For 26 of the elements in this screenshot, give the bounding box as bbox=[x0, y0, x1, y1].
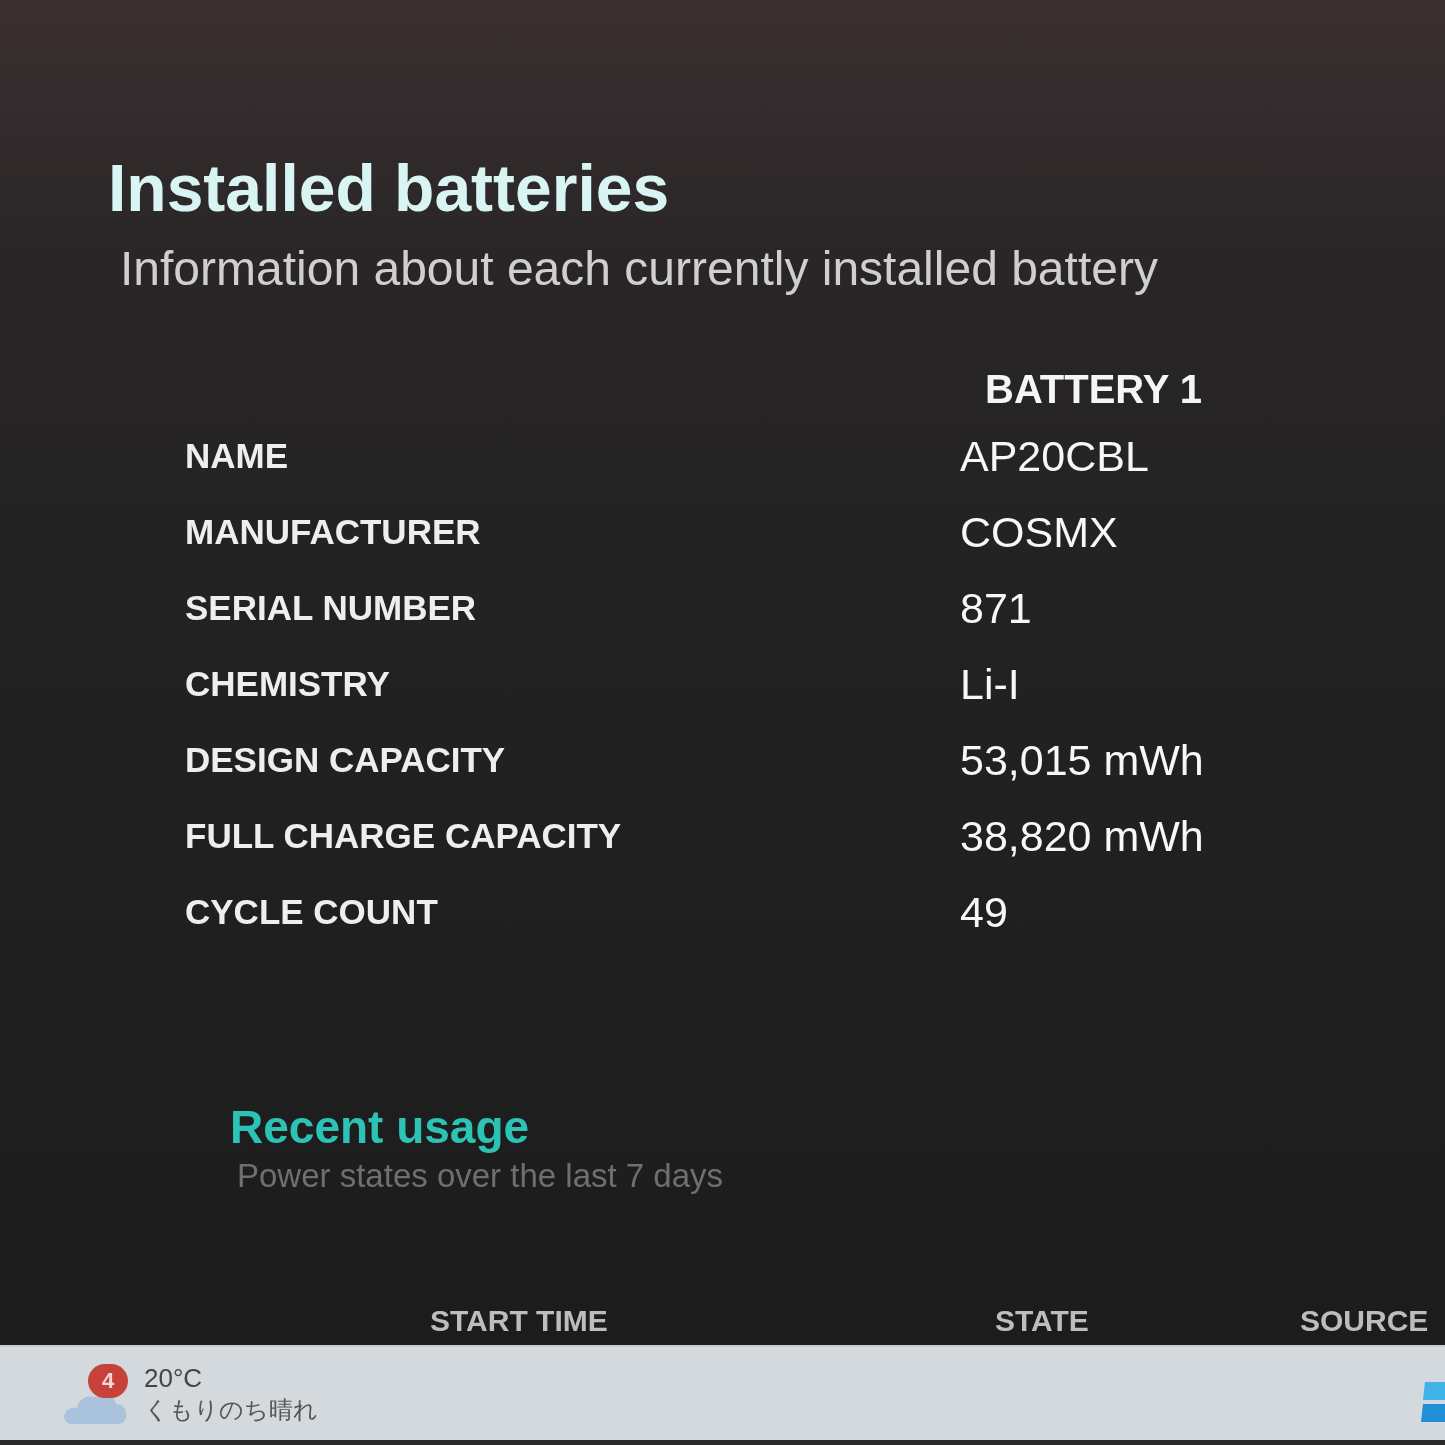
property-label: NAME bbox=[185, 434, 289, 477]
notification-badge: 4 bbox=[88, 1363, 128, 1398]
property-label: FULL CHARGE CAPACITY bbox=[185, 814, 622, 857]
property-label: MANUFACTURER bbox=[185, 510, 481, 553]
property-value: 871 bbox=[960, 582, 1032, 634]
property-value: COSMX bbox=[960, 506, 1118, 558]
property-value: 38,820 mWh bbox=[960, 810, 1204, 862]
report-title: Installed batteries bbox=[108, 150, 670, 226]
section-title: Recent usage bbox=[230, 1100, 530, 1154]
temperature-text: 20°C bbox=[144, 1361, 204, 1394]
property-value: 53,015 mWh bbox=[960, 734, 1204, 786]
battery-column-header: BATTERY 1 bbox=[985, 366, 1203, 413]
property-label: CHEMISTRY bbox=[185, 662, 390, 705]
windows-logo-icon[interactable] bbox=[1421, 1381, 1445, 1422]
column-header: START TIME bbox=[430, 1304, 608, 1337]
property-label: SERIAL NUMBER bbox=[185, 586, 477, 629]
report-subtitle: Information about each currently installed battery bbox=[120, 241, 1158, 297]
column-header: STATE bbox=[995, 1304, 1089, 1337]
weather-condition: くもりのち晴れ bbox=[144, 1394, 318, 1425]
property-value: AP20CBL bbox=[960, 430, 1149, 482]
property-value: 49 bbox=[960, 886, 1008, 938]
property-label: CYCLE COUNT bbox=[185, 890, 438, 933]
property-label: DESIGN CAPACITY bbox=[185, 738, 506, 781]
property-value: Li-I bbox=[960, 658, 1020, 710]
section-subtitle: Power states over the last 7 days bbox=[237, 1156, 724, 1196]
column-header: SOURCE bbox=[1300, 1304, 1429, 1337]
